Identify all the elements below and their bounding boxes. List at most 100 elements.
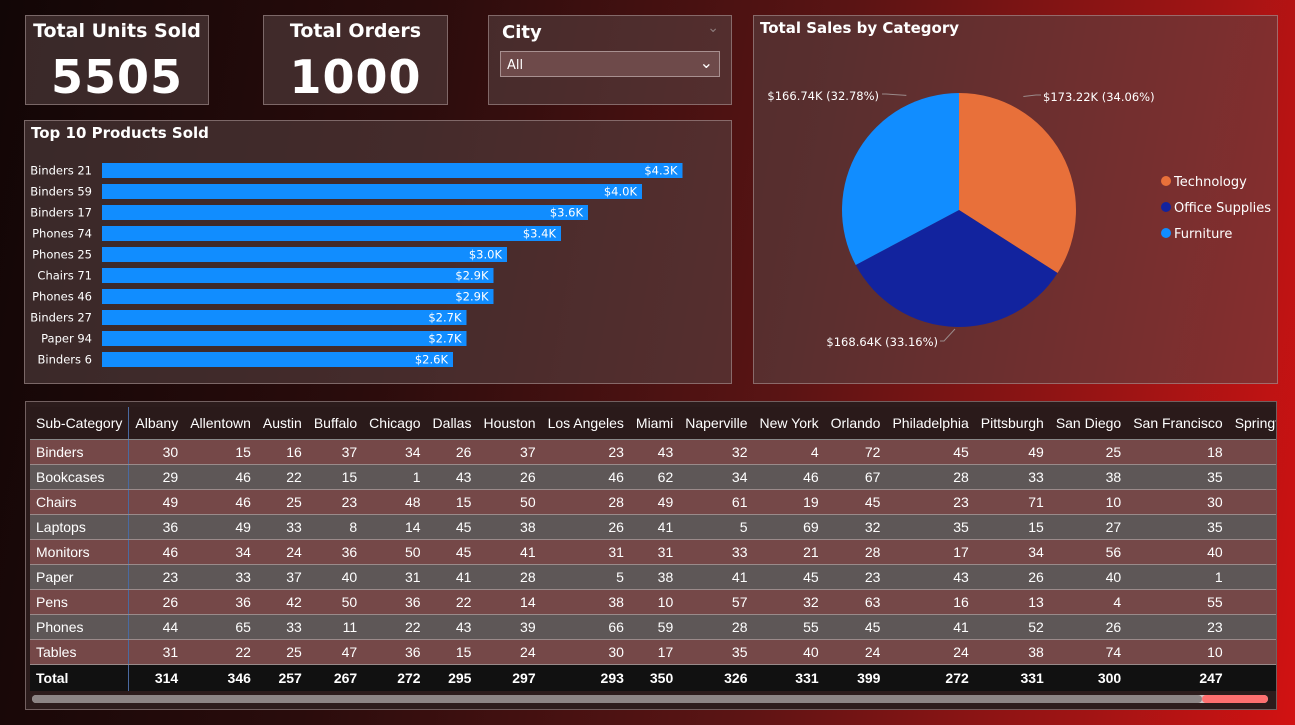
column-header-city[interactable]: San Francisco	[1127, 407, 1229, 440]
table-cell: 346	[184, 664, 257, 691]
bar[interactable]	[102, 352, 453, 367]
legend-label[interactable]: Technology	[1173, 175, 1247, 190]
bar-data-label: $4.3K	[644, 164, 678, 178]
column-header-city[interactable]: San Diego	[1049, 407, 1128, 440]
table-cell: 46	[128, 539, 185, 565]
table-cell: 37	[256, 564, 308, 590]
table-cell: 33	[256, 514, 308, 540]
table-cell: 46	[184, 489, 257, 515]
column-header-city[interactable]: Naperville	[679, 407, 754, 440]
table-cell: 26	[541, 514, 630, 540]
bar[interactable]	[102, 226, 561, 241]
table-cell: 48	[1228, 464, 1276, 490]
table-cell: 295	[426, 664, 478, 691]
bar[interactable]	[102, 310, 467, 325]
bar[interactable]	[102, 331, 467, 346]
table-cell: 43	[629, 439, 680, 465]
bar[interactable]	[102, 205, 588, 220]
bar-category-label: Phones 46	[32, 290, 92, 304]
horizontal-scrollbar[interactable]	[32, 695, 1268, 703]
table-cell: 35	[1127, 514, 1229, 540]
sales-by-category-chart: Total Sales by Category $173.22K (34.06%…	[753, 15, 1278, 384]
table-cell: 331	[974, 664, 1050, 691]
table-cell: 257	[256, 664, 308, 691]
bar-data-label: $2.7K	[428, 311, 462, 325]
column-header-city[interactable]: Orlando	[824, 407, 887, 440]
table-cell: 59	[629, 614, 680, 640]
legend-label[interactable]: Office Supplies	[1174, 201, 1271, 216]
bar[interactable]	[102, 184, 642, 199]
table-cell: 41	[679, 564, 754, 590]
bar[interactable]	[102, 163, 683, 178]
table-cell: 40	[1049, 564, 1128, 590]
column-header-city[interactable]: Austin	[256, 407, 308, 440]
table-cell: 33	[679, 539, 754, 565]
table-cell: 4	[753, 439, 825, 465]
legend-label[interactable]: Furniture	[1174, 227, 1232, 242]
bar-data-label: $4.0K	[604, 185, 638, 199]
row-label: Total	[30, 664, 130, 691]
column-header-city[interactable]: Allentown	[184, 407, 257, 440]
column-header-city[interactable]: Houston	[477, 407, 542, 440]
table-cell: 25	[256, 639, 308, 665]
bar[interactable]	[102, 268, 494, 283]
column-header-city[interactable]: Miami	[629, 407, 680, 440]
column-header-city[interactable]: Dallas	[426, 407, 478, 440]
column-header-city[interactable]: New York	[753, 407, 825, 440]
bar[interactable]	[102, 247, 507, 262]
table-cell: 63	[824, 589, 887, 615]
table-cell: 32	[679, 439, 754, 465]
pie-leader-line	[882, 93, 907, 96]
table-cell: 31	[541, 539, 630, 565]
table-cell: 33	[184, 564, 257, 590]
table-cell: 26	[426, 439, 478, 465]
column-header-city[interactable]: Chicago	[363, 407, 427, 440]
table-cell: 19	[753, 489, 825, 515]
table-cell: 32	[824, 514, 887, 540]
table-row: Laptops36493381445382641569323515273537	[30, 514, 1276, 540]
column-header-city[interactable]: Springfield	[1228, 407, 1276, 440]
table-cell: 33	[974, 464, 1050, 490]
table-cell: 5	[679, 514, 754, 540]
row-label: Laptops	[30, 514, 130, 540]
table-cell: 8	[307, 514, 364, 540]
table-cell: 46	[753, 464, 825, 490]
table-cell: 38	[629, 564, 680, 590]
column-header-city[interactable]: Albany	[128, 407, 185, 440]
row-label: Binders	[30, 439, 130, 465]
table-row: Chairs4946252348155028496119452371103043	[30, 489, 1276, 515]
table-cell: 37	[1228, 514, 1276, 540]
legend-marker	[1161, 202, 1171, 212]
column-header-city[interactable]: Buffalo	[307, 407, 364, 440]
table-cell: 24	[886, 639, 975, 665]
kpi-title: Total Units Sold	[33, 20, 201, 42]
bar[interactable]	[102, 289, 494, 304]
bar-category-label: Phones 74	[32, 227, 92, 241]
table-cell: 66	[541, 614, 630, 640]
table-cell: 41	[477, 539, 542, 565]
header-row: Sub-Category Albany Allentown Austin Buffalo…	[30, 407, 1276, 440]
column-header-subcategory[interactable]: Sub-Category	[30, 407, 130, 440]
kpi-value: 1000	[289, 50, 422, 104]
table-cell: 71	[974, 489, 1050, 515]
table-row: Phones4465331122433966592855454152262328	[30, 614, 1276, 640]
collapse-chevron-icon[interactable]: ⌄	[707, 20, 719, 36]
row-label: Bookcases	[30, 464, 130, 490]
column-header-city[interactable]: Philadelphia	[886, 407, 975, 440]
table-cell: 30	[128, 439, 185, 465]
column-header-city[interactable]: Los Angeles	[541, 407, 630, 440]
table-cell: 34	[679, 464, 754, 490]
bar-data-label: $3.0K	[469, 248, 503, 262]
table-cell: 36	[184, 589, 257, 615]
table-cell: 30	[1228, 539, 1276, 565]
column-header-city[interactable]: Pittsburgh	[974, 407, 1050, 440]
pie-leader-line	[1023, 94, 1041, 98]
row-label: Tables	[30, 639, 130, 665]
scrollbar-thumb[interactable]	[32, 695, 1202, 703]
table-cell: 26	[477, 464, 542, 490]
pie-data-label: $166.74K (32.78%)	[767, 89, 879, 103]
row-label: Paper	[30, 564, 130, 590]
table-cell: 38	[974, 639, 1050, 665]
bar-data-label: $3.6K	[550, 206, 584, 220]
city-dropdown[interactable]: All ⌄	[500, 51, 720, 77]
